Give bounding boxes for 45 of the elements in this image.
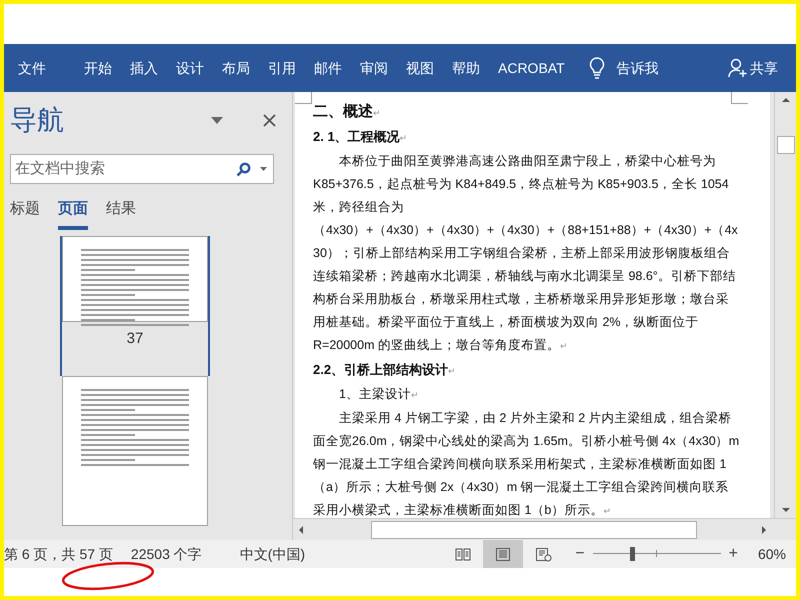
ribbon-tab[interactable]: 设计 [170,56,210,80]
ribbon-tab[interactable]: 插入 [124,56,164,80]
zoom-slider[interactable] [592,547,721,561]
pane-tab[interactable]: 结果 [106,198,136,230]
ribbon-tab[interactable]: 视图 [400,56,440,80]
close-icon[interactable] [263,114,276,126]
pane-tab[interactable]: 页面 [58,198,88,230]
dropdown-arrow-icon[interactable] [211,116,223,124]
zoom-in-button[interactable]: + [726,542,740,566]
page-thumbnail[interactable] [62,376,208,526]
heading: 2.2、引桥上部结构设计↵ [313,361,458,379]
word-count: 22503 个字 [130,544,202,564]
ribbon-tab[interactable]: 开始 [78,56,118,80]
search-icon[interactable] [236,162,251,176]
lightbulb-icon [588,57,605,79]
heading: 2. 1、工程概况↵ [313,128,409,146]
pane-tab[interactable]: 标题 [10,198,40,230]
tell-me-button[interactable]: 告诉我 [584,57,663,79]
ribbon-tab[interactable]: 帮助 [446,56,486,80]
ribbon-tab[interactable]: 引用 [262,56,302,80]
language-indicator: 中文(中国) [240,544,306,564]
page-number: 37 [126,329,144,349]
scroll-thumb[interactable] [371,520,697,538]
paragraph: 主梁采用 4 片钢工字梁，由 2 片外主梁和 2 片内主梁组成，组合梁桥面全宽26.0m，钢梁中心线处的梁高为 1.65m。引桥小桩号侧 4x（4x30）m 钢一混凝土工字组合梁跨间横向联系采用桁架式，主梁标准横断面如图 1（a）所示；大桩号侧 2x（4x30）m 钢一混凝土工字组合梁跨间横向联系采用小横梁式，主梁标准横断面如图 1（b）所示。↵ [313,410,740,518]
search-input[interactable]: 在文档中搜索 [15,158,236,180]
pane-title: 导航 [10,104,64,137]
page-count: 第 6 页，共 57 页 [4,544,113,564]
print-layout-icon[interactable] [483,540,524,568]
ribbon-tab[interactable]: 邮件 [308,56,348,80]
ribbon-tab[interactable]: 布局 [216,56,256,80]
scroll-thumb[interactable] [776,136,794,154]
dropdown-arrow-icon[interactable] [260,167,267,171]
add-person-icon [728,58,748,78]
ribbon-tab[interactable]: 审阅 [354,56,394,80]
zoom-level: 60% [758,544,786,564]
share-button[interactable]: 共享 [724,58,782,78]
ribbon-tab[interactable]: ACROBAT [492,56,571,80]
search-field[interactable]: 在文档中搜索 [10,154,274,184]
horizontal-scrollbar[interactable] [293,518,796,540]
paragraph: 本桥位于曲阳至黄骅港高速公路曲阳至肃宁段上，桥梁中心桩号为K85+376.5，起点桩号为 K84+849.5，终点桩号为 K85+903.5，全长 1054 米，跨径组合为（4x30）+（4x30）+（4x30）+（4x30）+（88+151+88）+（4x30）+（4x30）；引桥上部结构采用工字钢组合梁桥，主桥上部采用波形钢腹板组合连续箱梁桥；跨越南水北调渠，桥轴线与南水北调渠呈 98.6°。引桥下部结构桥台采用肋板台，桥墩采用柱式墩，主桥桥墩采用异形矩形墩；墩台采用桩基础。桥梁平面位于直线上，桥面横坡为双向 2%，纵断面位于 R=20000m 的竖曲线上；墩台等角度布置。↵ [313,153,739,354]
zoom-out-button[interactable]: − [573,542,587,566]
ribbon-tab[interactable]: 文件 [12,56,52,80]
heading: 二、概述↵ [313,102,382,122]
paragraph: 1、主梁设计↵ [338,386,420,403]
vertical-scrollbar[interactable] [774,92,796,518]
